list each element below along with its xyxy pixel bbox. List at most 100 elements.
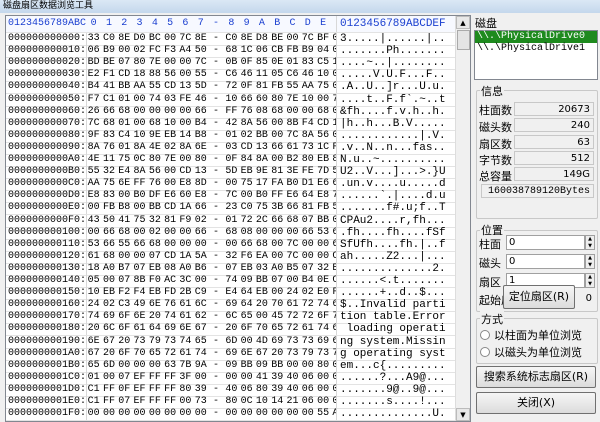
hex-byte[interactable]: E8 — [193, 190, 208, 201]
drive-list[interactable]: \\.\PhysicalDrive0 \\.\PhysicalDrive1 — [474, 30, 598, 80]
hex-byte[interactable]: 13 — [193, 166, 208, 177]
hex-byte[interactable]: 00 — [315, 384, 330, 395]
hex-byte[interactable]: 40 — [224, 384, 239, 395]
row-hex[interactable]: 74 69 6F 6E 20 74 61 62 - 6C 65 00 45 72… — [86, 311, 337, 324]
hex-byte[interactable]: 11 — [101, 154, 116, 165]
vertical-scrollbar[interactable]: ▲ ▼ — [455, 16, 470, 421]
hex-byte[interactable]: 68 — [117, 227, 132, 238]
hex-byte[interactable]: 60 — [254, 94, 269, 105]
row-hex[interactable]: 18 A0 B7 07 EB 08 A0 B6 - 07 EB 03 A0 B5… — [86, 262, 337, 275]
hex-byte[interactable]: 7D — [315, 166, 330, 177]
hex-byte[interactable]: BC — [147, 33, 162, 44]
hex-byte[interactable]: 65 — [193, 336, 208, 347]
hex-byte[interactable]: - — [208, 166, 223, 177]
hex-byte[interactable]: DF — [147, 190, 162, 201]
hex-byte[interactable]: AA — [132, 81, 147, 92]
hex-byte[interactable]: 72 — [285, 311, 300, 322]
hex-byte[interactable]: 68 — [224, 45, 239, 56]
hex-byte[interactable]: 2C — [254, 215, 269, 226]
table-row[interactable]: 000000000100: 00 66 68 00 02 00 00 66 - 6… — [6, 226, 459, 240]
hex-byte[interactable]: 73 — [285, 348, 300, 359]
row-hex[interactable]: E2 F1 CD 18 88 56 00 55 - C6 46 11 05 C6… — [86, 69, 337, 82]
hex-byte[interactable]: 6E — [239, 348, 254, 359]
hex-byte[interactable]: 08 — [239, 227, 254, 238]
scrollbar-thumb[interactable] — [457, 30, 470, 50]
hex-byte[interactable]: - — [208, 239, 223, 250]
hex-byte[interactable]: 01 — [117, 142, 132, 153]
hex-byte[interactable]: 8A — [178, 142, 193, 153]
hex-byte[interactable]: BE — [270, 33, 285, 44]
hex-byte[interactable]: FA — [270, 178, 285, 189]
row-hex[interactable]: 6E 67 20 73 79 73 74 65 - 6D 00 4D 69 73… — [86, 335, 337, 348]
table-row[interactable]: 000000000040: B4 41 BB AA 55 CD 13 5D - 7… — [6, 81, 459, 95]
hex-byte[interactable]: 69 — [224, 348, 239, 359]
hex-byte[interactable]: 76 — [162, 299, 177, 310]
hex-byte[interactable]: 80 — [315, 360, 330, 371]
hex-byte[interactable]: - — [208, 202, 223, 213]
hex-byte[interactable]: 00 — [270, 287, 285, 298]
row-hex[interactable]: 06 B9 00 02 FC F3 A4 50 - 68 1C 06 CB FB… — [86, 45, 337, 58]
hex-byte[interactable]: 8A — [254, 154, 269, 165]
row-hex[interactable]: BD BE 07 80 7E 00 00 7C - 0B 0F 85 0E 01… — [86, 57, 337, 70]
hex-byte[interactable]: 7E — [147, 57, 162, 68]
hex-byte[interactable]: 80 — [300, 154, 315, 165]
hex-byte[interactable]: A4 — [178, 45, 193, 56]
hex-byte[interactable]: 00 — [101, 275, 116, 286]
hex-byte[interactable]: 83 — [101, 190, 116, 201]
hex-byte[interactable]: 00 — [132, 94, 147, 105]
hex-byte[interactable]: 72 — [285, 323, 300, 334]
hex-byte[interactable]: 1A — [178, 202, 193, 213]
hex-byte[interactable]: C5 — [315, 57, 330, 68]
hex-byte[interactable]: 01 — [117, 118, 132, 129]
hex-byte[interactable]: AA — [86, 178, 101, 189]
scroll-up-arrow-icon[interactable]: ▲ — [456, 16, 470, 29]
hex-byte[interactable]: 3B — [270, 202, 285, 213]
hex-byte[interactable]: 00 — [193, 275, 208, 286]
hex-byte[interactable]: - — [208, 33, 223, 44]
hex-byte[interactable]: 83 — [300, 57, 315, 68]
hex-byte[interactable]: F7 — [86, 94, 101, 105]
hex-byte[interactable]: 80 — [132, 57, 147, 68]
hex-byte[interactable]: E6 — [315, 178, 330, 189]
table-row[interactable]: 000000000010: 06 B9 00 02 FC F3 A4 50 - 6… — [6, 45, 459, 59]
hex-byte[interactable]: 07 — [132, 263, 147, 274]
hex-byte[interactable]: EB — [147, 263, 162, 274]
hex-byte[interactable]: 00 — [162, 227, 177, 238]
hex-byte[interactable]: EF — [132, 384, 147, 395]
row-hex[interactable]: E8 83 00 B0 DF E6 60 E8 - 7C 00 B0 FF E6… — [86, 190, 337, 203]
hex-byte[interactable]: 00 — [132, 202, 147, 213]
hex-byte[interactable]: 41 — [117, 215, 132, 226]
hex-byte[interactable]: 00 — [270, 118, 285, 129]
hex-byte[interactable]: 83 — [101, 130, 116, 141]
hex-byte[interactable]: 06 — [300, 372, 315, 383]
hex-byte[interactable]: 01 — [224, 215, 239, 226]
hex-byte[interactable]: AA — [300, 81, 315, 92]
hex-byte[interactable]: A0 — [270, 263, 285, 274]
hex-byte[interactable]: 00 — [117, 251, 132, 262]
hex-byte[interactable]: 33 — [86, 33, 101, 44]
hex-byte[interactable]: 68 — [224, 227, 239, 238]
hex-byte[interactable]: 00 — [300, 239, 315, 250]
hex-byte[interactable]: B6 — [193, 263, 208, 274]
hex-byte[interactable]: 74 — [193, 348, 208, 359]
hex-byte[interactable]: - — [208, 384, 223, 395]
hex-byte[interactable]: E2 — [86, 69, 101, 80]
hex-byte[interactable]: 79 — [300, 348, 315, 359]
hex-byte[interactable]: C0 — [101, 33, 116, 44]
row-hex[interactable]: 26 66 68 00 00 00 00 66 - FF 76 08 68 00… — [86, 105, 337, 118]
hex-byte[interactable]: 01 — [117, 94, 132, 105]
hex-byte[interactable]: 56 — [315, 130, 330, 141]
hex-byte[interactable]: 08 — [254, 106, 269, 117]
hex-byte[interactable]: A0 — [178, 263, 193, 274]
hex-byte[interactable]: 80 — [270, 94, 285, 105]
hex-byte[interactable]: 66 — [270, 142, 285, 153]
hex-byte[interactable]: 00 — [132, 106, 147, 117]
hex-byte[interactable]: 69 — [270, 336, 285, 347]
hex-byte[interactable]: - — [208, 215, 223, 226]
hex-byte[interactable]: FD — [162, 287, 177, 298]
hex-byte[interactable]: C1 — [101, 94, 116, 105]
hex-byte[interactable]: 26 — [86, 106, 101, 117]
hex-byte[interactable]: 74 — [315, 299, 330, 310]
hex-byte[interactable]: C1 — [86, 396, 101, 407]
hex-byte[interactable]: 07 — [117, 275, 132, 286]
